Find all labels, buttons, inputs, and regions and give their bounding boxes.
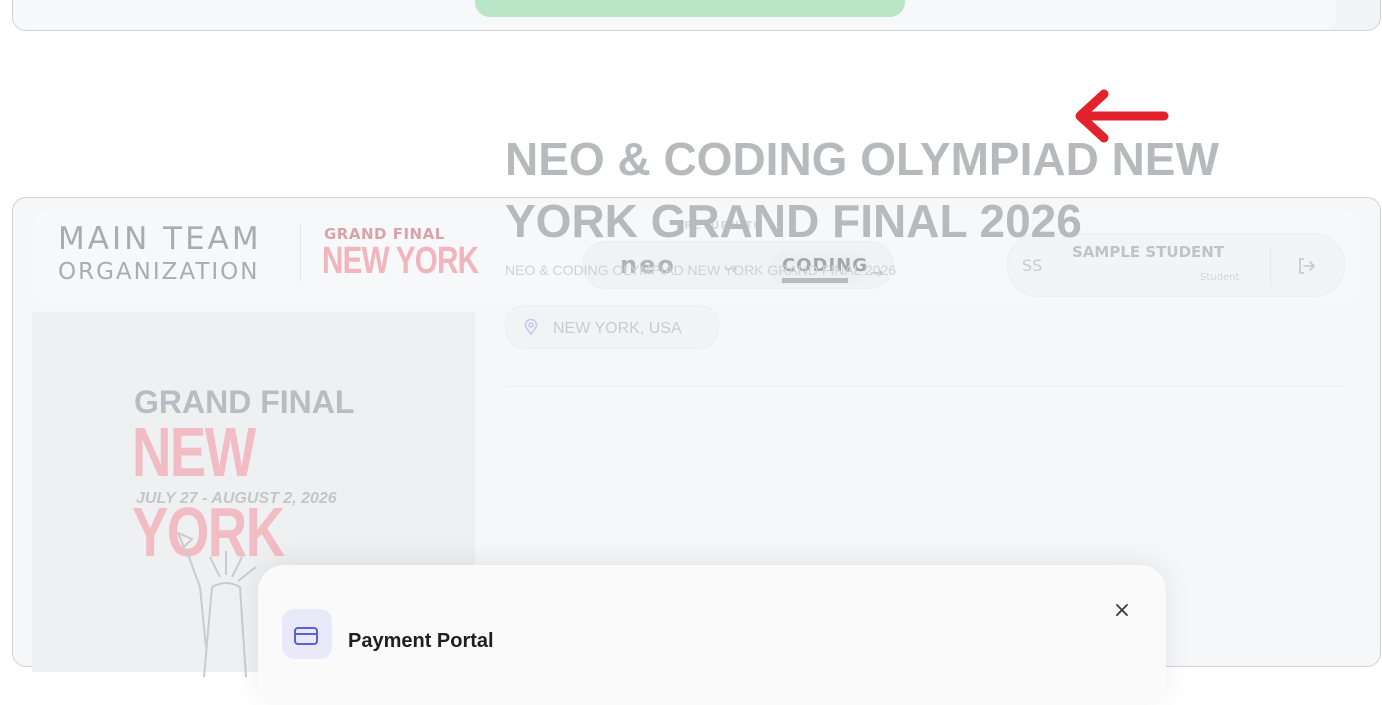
org-name-line1: MAIN TEAM: [58, 221, 262, 257]
top-card: [12, 0, 1381, 31]
modal-title: Payment Portal: [348, 630, 494, 652]
header-divider: [300, 225, 301, 281]
top-card-action-button[interactable]: [475, 0, 905, 17]
event-badge-city: NEW YORK: [322, 240, 479, 282]
user-role: Student: [1200, 272, 1240, 283]
user-divider: [1270, 247, 1271, 287]
credit-card-icon: [294, 627, 318, 645]
event-subtitle: NEO & CODING OLYMPIAD NEW YORK GRAND FIN…: [505, 262, 897, 278]
banner-dates: JULY 27 - AUGUST 2, 2026: [136, 490, 337, 507]
close-icon[interactable]: ×: [1110, 599, 1134, 623]
logout-icon[interactable]: [1296, 256, 1316, 276]
org-name-line2: ORGANIZATION: [58, 259, 260, 285]
coding-logo-bar: [782, 278, 848, 283]
location-text: NEW YORK, USA: [553, 320, 682, 337]
avatar: SS: [1022, 256, 1043, 275]
location-pin-icon: [524, 319, 538, 335]
event-title: NEO & CODING OLYMPIAD NEW YORK GRAND FIN…: [505, 133, 1219, 247]
content-divider: [505, 386, 1345, 387]
top-card-action-label: [475, 0, 905, 4]
